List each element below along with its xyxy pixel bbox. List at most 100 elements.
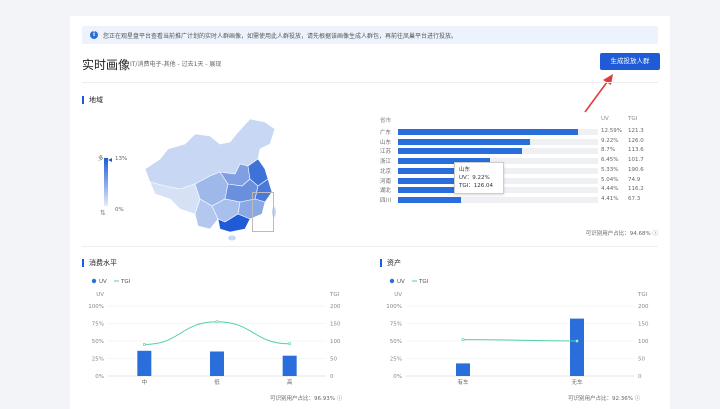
y-right-tick: 200 (638, 304, 649, 310)
y-right-tick: 0 (330, 374, 334, 380)
consumption-chart[interactable]: UV TGI UV TGI 100% 200 75% 150 50% 100 25% 50 0% 0 中 低 高 (82, 272, 352, 407)
y-left-tick: 75% (92, 322, 104, 328)
province-row[interactable]: 北京 5.33% 190.6 (380, 167, 650, 175)
y-left-tick: 100% (88, 304, 104, 310)
y-right-label: TGI (329, 292, 340, 298)
bar-track (398, 148, 598, 155)
province-row[interactable]: 河南 5.04% 74.9 (380, 177, 650, 185)
col-tgi: TGI (628, 116, 638, 122)
uv-bar (398, 148, 523, 155)
province-tgi: 101.7 (628, 157, 644, 164)
uv-bar (137, 350, 152, 376)
tgi-point (215, 320, 219, 324)
page-title: 实时画像 (82, 58, 131, 72)
col-uv: UV (601, 116, 609, 122)
legend-min: 0% (115, 207, 124, 213)
uv-bar (456, 363, 470, 376)
province-row[interactable]: 湖北 4.44% 116.2 (380, 186, 650, 194)
bar-track (398, 129, 598, 135)
province-name: 四川 (380, 197, 392, 204)
province-name: 湖北 (380, 188, 392, 195)
generate-audience-button[interactable]: 生成投放人群 (600, 53, 660, 70)
province-uv: 9.22% (601, 137, 619, 144)
province-name: 河南 (380, 178, 392, 185)
y-left-tick: 50% (390, 339, 402, 345)
x-tick: 中 (142, 378, 148, 386)
province-row[interactable]: 浙江 6.45% 101.7 (380, 157, 650, 165)
tgi-point (461, 338, 465, 342)
y-right-tick: 100 (638, 339, 649, 345)
x-tick: 高 (287, 378, 293, 386)
legend-label: 多 (98, 156, 104, 162)
assets-title: 资产 (380, 259, 401, 267)
x-tick: 低 (214, 378, 220, 386)
notice-text: 您正在观星盘平台查看当前推广计划的实时人群画像，如需使用此人群投放，请先根据该画… (103, 32, 458, 40)
y-right-tick: 50 (638, 357, 645, 363)
x-tick: 无车 (571, 378, 583, 386)
portrait-page: i 您正在观星盘平台查看当前推广计划的实时人群画像，如需使用此人群投放，请先根据… (70, 16, 670, 409)
tgi-point (288, 342, 292, 346)
section-divider (82, 246, 658, 247)
uv-bar (398, 187, 462, 194)
legend-handle-icon[interactable]: ⇅ (100, 209, 106, 217)
province-tgi: 116.2 (628, 186, 644, 193)
y-left-tick: 75% (390, 322, 402, 328)
y-right-tick: 100 (330, 339, 341, 345)
tooltip-tgi: TGI：126.04 (459, 183, 493, 189)
y-left-tick: 100% (386, 304, 402, 310)
province-tgi: 113.6 (628, 147, 644, 154)
province-row[interactable]: 广东 12.59% 121.3 (380, 128, 650, 136)
legend-uv: UV (99, 279, 107, 285)
y-left-label: UV (394, 292, 402, 298)
province-uv: 8.7% (601, 147, 615, 154)
bar-track (398, 196, 598, 203)
consumption-title: 消费水平 (82, 259, 117, 267)
province-name: 浙江 (380, 159, 392, 166)
uv-bar (398, 196, 461, 203)
help-icon: ⓘ (336, 396, 343, 402)
province-row[interactable]: 山东 9.22% 126.0 (380, 138, 650, 146)
map-legend (104, 158, 112, 206)
province-uv: 5.04% (601, 176, 619, 183)
y-left-tick: 25% (390, 357, 402, 363)
y-left-tick: 25% (92, 357, 104, 363)
uv-bar (570, 318, 584, 376)
help-icon: ⓘ (634, 396, 641, 402)
tooltip-title: 山东 (459, 167, 471, 173)
bar-track (398, 138, 598, 145)
province-uv: 12.59% (601, 128, 622, 134)
province-uv: 6.45% (601, 157, 619, 164)
province-name: 北京 (380, 168, 392, 175)
legend-uv-icon (389, 278, 395, 284)
y-right-tick: 150 (330, 322, 341, 328)
uv-bar (282, 355, 297, 376)
y-left-label: UV (96, 292, 104, 298)
page-subtitle: IT/消费电子-其他 - 过去1天 - 展现 (130, 61, 222, 68)
consumption-coverage: 可识别用户占比：96.93% ⓘ (270, 396, 343, 402)
info-icon: i (90, 31, 98, 39)
y-left-tick: 50% (92, 339, 104, 345)
province-row[interactable]: 江苏 8.7% 113.6 (380, 147, 650, 155)
assets-coverage: 可识别用户占比：92.36% ⓘ (568, 396, 641, 402)
region-title: 地域 (82, 96, 103, 104)
province-uv: 4.44% (601, 186, 619, 193)
uv-bar (210, 351, 224, 376)
south-sea-inset (252, 192, 274, 232)
uv-bar (398, 129, 578, 135)
y-left-tick: 0% (95, 374, 104, 380)
col-province: 省市 (380, 118, 392, 124)
y-right-label: TGI (637, 292, 648, 298)
y-left-tick: 0% (393, 374, 402, 380)
region-coverage: 可识别用户占比：94.68% ⓘ (585, 231, 658, 237)
map-tooltip: 山东 UV：9.22% TGI：126.04 (454, 162, 504, 194)
province-uv: 4.41% (601, 195, 619, 202)
y-right-tick: 150 (638, 322, 649, 328)
legend-uv: UV (397, 279, 405, 285)
tgi-point (142, 343, 146, 347)
province-name: 江苏 (380, 149, 392, 156)
assets-chart[interactable]: UV TGI UV TGI 100% 200 75% 150 50% 100 25% 50 0% 0 有车 无… (380, 272, 660, 407)
legend-uv-icon (91, 278, 97, 284)
tgi-point (575, 339, 579, 343)
province-tgi: 121.3 (628, 128, 644, 134)
province-row[interactable]: 四川 4.41% 67.3 (380, 196, 650, 204)
